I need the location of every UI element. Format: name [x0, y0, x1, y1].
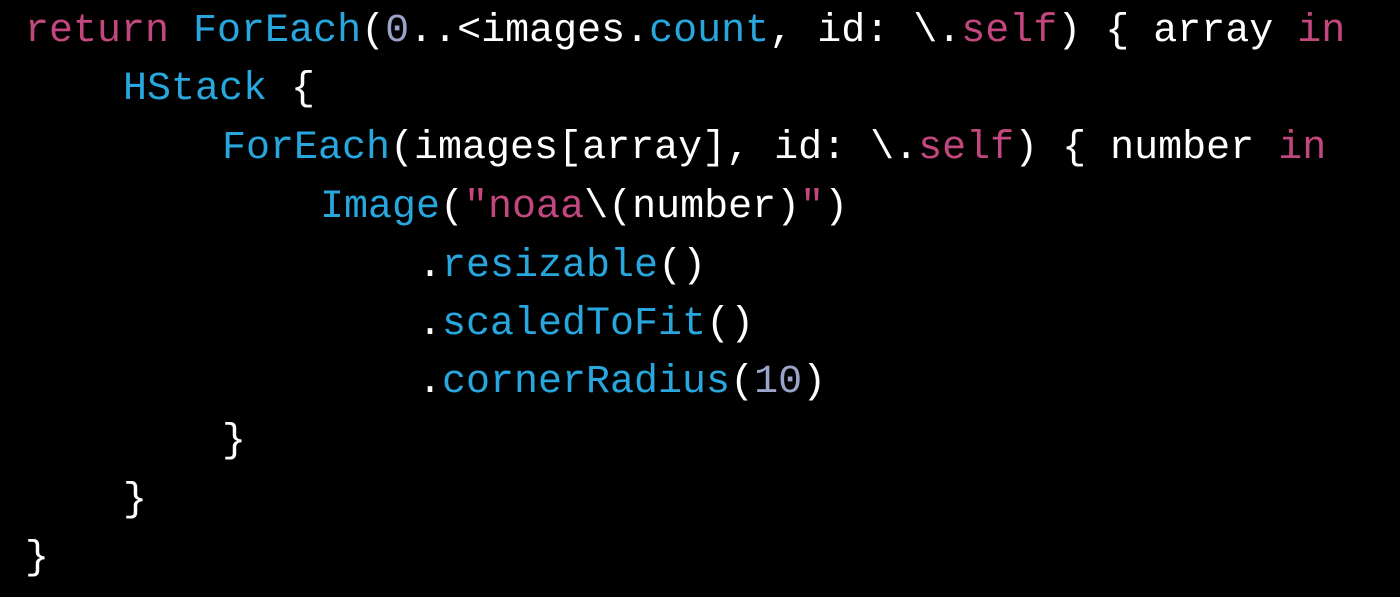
- code-token-type: resizable: [442, 244, 659, 289]
- code-token-plain: ): [802, 360, 827, 405]
- code-token-plain: .: [418, 302, 443, 347]
- code-token-plain: .: [418, 360, 443, 405]
- code-line-8: }: [0, 413, 246, 471]
- code-token-keyword: in: [1278, 126, 1327, 171]
- code-token-keyword: self: [961, 9, 1058, 54]
- code-line-4: Image("noaa\(number)"): [0, 179, 848, 237]
- code-line-1: return ForEach(0..<images.count, id: \.s…: [0, 3, 1345, 61]
- code-token-plain: (: [730, 360, 755, 405]
- code-token-keyword: in: [1297, 9, 1346, 54]
- code-token-plain: (: [361, 9, 386, 54]
- code-token-plain: }: [25, 536, 50, 581]
- code-line-5: .resizable(): [0, 238, 706, 296]
- code-token-type: cornerRadius: [442, 360, 731, 405]
- code-token-type: ForEach: [222, 126, 391, 171]
- code-token-plain: {: [267, 67, 316, 112]
- code-token-string: "noaa: [464, 185, 585, 230]
- code-token-plain: }: [123, 478, 148, 523]
- code-token-number: 0: [385, 9, 410, 54]
- code-line-2: HStack {: [0, 61, 315, 119]
- code-line-6: .scaledToFit(): [0, 296, 754, 354]
- code-token-type: Image: [320, 185, 441, 230]
- code-token-string: ": [800, 185, 825, 230]
- code-line-10: }: [0, 530, 49, 588]
- code-view: return ForEach(0..<images.count, id: \.s…: [0, 0, 1400, 597]
- code-token-plain: ) { array: [1057, 9, 1298, 54]
- code-token-plain: (: [440, 185, 465, 230]
- code-token-plain: (images[array], id: \.: [390, 126, 919, 171]
- code-token-type: count: [649, 9, 770, 54]
- code-token-type: ForEach: [193, 9, 362, 54]
- code-token-plain: .: [418, 244, 443, 289]
- code-token-plain: ): [824, 185, 849, 230]
- code-token-plain: ) { number: [1014, 126, 1279, 171]
- code-line-3: ForEach(images[array], id: \.self) { num…: [0, 120, 1326, 178]
- code-line-7: .cornerRadius(10): [0, 354, 826, 412]
- code-token-plain: ..<images.: [409, 9, 650, 54]
- code-token-number: 10: [754, 360, 803, 405]
- code-token-plain: , id: \.: [769, 9, 962, 54]
- code-token-plain: (): [658, 244, 707, 289]
- code-token-plain: }: [222, 419, 247, 464]
- code-token-plain: \(number): [584, 185, 801, 230]
- code-token-type: HStack: [123, 67, 268, 112]
- code-token-keyword: self: [918, 126, 1015, 171]
- code-token-type: scaledToFit: [442, 302, 707, 347]
- code-line-9: }: [0, 472, 147, 530]
- code-token-keyword: return: [25, 9, 170, 54]
- code-token-plain: (): [706, 302, 755, 347]
